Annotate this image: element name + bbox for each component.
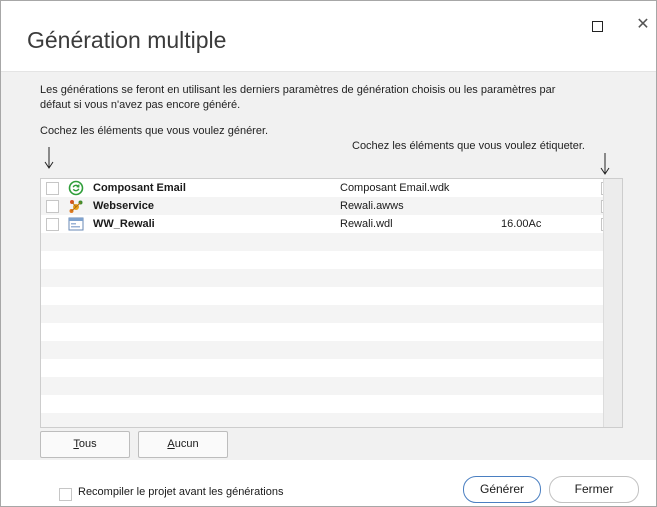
close-button[interactable]: ✕ — [629, 11, 657, 39]
generate-checkbox[interactable] — [46, 182, 59, 195]
arrow-down-icon — [600, 153, 610, 175]
generate-checkbox[interactable] — [46, 200, 59, 213]
empty-row — [41, 395, 603, 413]
empty-row — [41, 359, 603, 377]
info-text: Les générations se feront en utilisant l… — [40, 83, 620, 113]
empty-row — [41, 287, 603, 305]
select-none-label: ucun — [174, 438, 199, 450]
elements-table: Composant Email Composant Email.wdk Webs… — [40, 178, 623, 428]
row-version: 16.00Ac — [501, 218, 542, 230]
hint-label: Cochez les éléments que vous voulez étiq… — [352, 140, 585, 152]
select-none-mnemonic: A — [167, 438, 175, 450]
maximize-button[interactable] — [583, 11, 611, 39]
info-line-1: Les générations se feront en utilisant l… — [40, 84, 556, 96]
empty-row — [41, 323, 603, 341]
maximize-icon — [591, 20, 603, 32]
title-bar: Génération multiple ✕ — [1, 1, 656, 71]
info-line-2: défaut si vous n'avez pas encore généré. — [40, 99, 241, 111]
empty-row — [41, 413, 603, 427]
table-row[interactable]: Webservice Rewali.awws — [41, 197, 614, 215]
empty-row — [41, 269, 603, 287]
row-name: Composant Email — [93, 182, 186, 194]
empty-row — [41, 251, 603, 269]
empty-row — [41, 305, 603, 323]
row-name: Webservice — [93, 200, 154, 212]
generate-checkbox[interactable] — [46, 218, 59, 231]
dialog-title: Génération multiple — [27, 27, 227, 53]
empty-row — [41, 233, 603, 251]
dialog-window: Génération multiple ✕ Les générations se… — [0, 0, 657, 507]
select-none-button[interactable]: Aucun — [138, 431, 228, 458]
window-project-icon — [68, 217, 84, 231]
webservice-icon — [69, 200, 83, 213]
recompile-label: Recompiler le projet avant les génératio… — [78, 486, 284, 498]
row-file: Rewali.wdl — [340, 218, 393, 230]
empty-row — [41, 341, 603, 359]
close-dialog-button[interactable]: Fermer — [549, 476, 639, 503]
recompile-checkbox[interactable] — [59, 488, 72, 501]
empty-row — [41, 377, 603, 395]
select-all-button[interactable]: Tous — [40, 431, 130, 458]
green-refresh-icon — [68, 180, 84, 196]
table-row[interactable]: Composant Email Composant Email.wdk — [41, 179, 614, 197]
row-name: WW_Rewali — [93, 218, 155, 230]
generate-button[interactable]: Générer — [463, 476, 541, 503]
table-row[interactable]: WW_Rewali Rewali.wdl 16.00Ac — [41, 215, 614, 233]
row-file: Composant Email.wdk — [340, 182, 450, 194]
row-file: Rewali.awws — [340, 200, 404, 212]
close-icon: ✕ — [636, 16, 650, 33]
arrow-down-icon — [44, 147, 54, 169]
hint-generate: Cochez les éléments que vous voulez géné… — [40, 125, 269, 137]
vertical-scrollbar[interactable] — [603, 179, 622, 427]
select-all-label: ous — [78, 438, 97, 450]
